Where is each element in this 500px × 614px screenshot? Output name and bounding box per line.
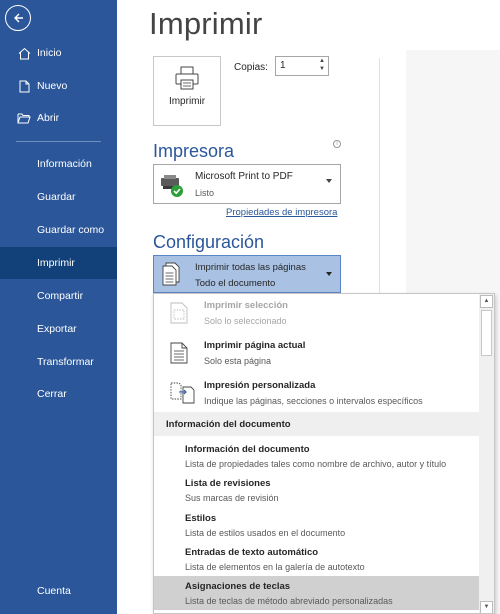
menu-item-title: Información del documento [185,444,310,455]
printer-properties-link[interactable]: Propiedades de impresora [226,207,337,218]
chevron-down-icon [326,272,332,276]
backstage-sidebar: Inicio Nuevo Abrir Información Guardar G… [0,0,117,614]
folder-open-icon [17,111,31,125]
sidebar-divider [16,141,101,142]
copies-stepper[interactable]: 1 ▲ ▼ [275,56,329,76]
print-range-title: Imprimir todas las páginas [195,262,306,273]
sidebar-item-label: Abrir [37,112,60,124]
sidebar-item-exportar[interactable]: Exportar [0,313,117,345]
page-title: Imprimir [149,6,263,41]
back-button[interactable] [5,5,31,31]
sidebar-item-transformar[interactable]: Transformar [0,346,117,378]
menu-subitem-styles[interactable]: Estilos Lista de estilos usados en el do… [154,508,480,542]
home-icon [17,46,31,60]
sidebar-item-imprimir[interactable]: Imprimir [0,247,117,279]
chevron-down-icon [326,179,332,183]
sidebar-item-label: Guardar [37,191,76,203]
menu-subitem-revisions[interactable]: Lista de revisiones Sus marcas de revisi… [154,473,480,507]
print-range-dropdown[interactable]: Imprimir todas las páginas Todo el docum… [153,255,341,293]
sidebar-item-label: Transformar [37,356,94,368]
sidebar-item-label: Exportar [37,323,77,335]
printer-status-icon [159,172,185,203]
section-header-label: Información del documento [166,419,291,430]
menu-item-subtitle: Lista de estilos usados en el documento [185,528,346,538]
menu-subitem-key-assignments[interactable]: Asignaciones de teclas Lista de teclas d… [154,576,480,610]
current-page-icon [170,342,188,369]
selection-icon [170,302,188,329]
stepper-arrows[interactable]: ▲ ▼ [318,57,326,73]
menu-item-print-selection: Imprimir selección Solo lo seleccionado [154,294,480,332]
sidebar-item-guardar-como[interactable]: Guardar como [0,214,117,246]
menu-item-subtitle: Solo esta página [204,356,272,366]
menu-item-subtitle: Indique las páginas, secciones o interva… [204,396,423,406]
menu-item-title: Lista de revisiones [185,478,271,489]
sidebar-item-guardar[interactable]: Guardar [0,181,117,213]
menu-item-title: Asignaciones de teclas [185,581,291,592]
menu-item-title: Imprimir selección [204,300,288,311]
printer-heading: Impresora [153,141,235,161]
sidebar-item-nuevo[interactable]: Nuevo [0,70,117,102]
chevron-down-icon[interactable]: ▼ [319,66,325,72]
sidebar-item-cerrar[interactable]: Cerrar [0,378,117,410]
sidebar-item-label: Imprimir [37,257,75,269]
sidebar-item-compartir[interactable]: Compartir [0,280,117,312]
new-document-icon [17,79,31,93]
info-icon[interactable]: i [333,140,341,148]
sidebar-item-cuenta[interactable]: Cuenta [0,575,117,607]
chevron-up-icon[interactable]: ▲ [319,58,325,64]
printer-dropdown[interactable]: Microsoft Print to PDF Listo [153,164,341,204]
copies-label: Copias: [234,62,268,73]
back-arrow-icon [14,13,23,23]
menu-scrollbar[interactable]: ▲ ▼ [479,294,494,613]
print-button-label: Imprimir [168,96,206,107]
menu-item-subtitle: Solo lo seleccionado [204,316,287,326]
sidebar-item-label: Cerrar [37,388,67,400]
settings-heading: Configuración [153,232,265,252]
menu-section-header: Información del documento [154,412,480,436]
sidebar-item-label: Inicio [37,47,62,59]
printer-status: Listo [195,188,215,198]
menu-subitem-document-info[interactable]: Información del documento Lista de propi… [154,439,480,473]
menu-item-title: Impresión personalizada [204,380,316,391]
menu-item-subtitle: Sus marcas de revisión [185,493,279,503]
sidebar-item-informacion[interactable]: Información [0,148,117,180]
menu-item-title: Imprimir página actual [204,340,306,351]
sidebar-item-label: Información [37,158,92,170]
scroll-up-icon[interactable]: ▲ [480,295,493,308]
sidebar-item-label: Guardar como [37,224,105,236]
menu-item-subtitle: Lista de propiedades tales como nombre d… [185,459,447,469]
printer-name: Microsoft Print to PDF [195,171,293,182]
print-button[interactable]: Imprimir [153,56,221,126]
sidebar-item-abrir[interactable]: Abrir [0,102,117,134]
scrollbar-thumb[interactable] [481,310,492,356]
sidebar-item-inicio[interactable]: Inicio [0,37,117,69]
copies-value: 1 [280,60,286,71]
print-range-menu: Imprimir selección Solo lo seleccionado … [153,293,495,614]
menu-item-subtitle: Lista de elementos en la galería de auto… [185,562,365,572]
sidebar-item-label: Cuenta [37,585,71,597]
print-range-subtitle: Todo el documento [195,278,276,289]
scroll-down-icon[interactable]: ▼ [480,601,493,613]
menu-item-title: Entradas de texto automático [185,547,319,558]
custom-pages-icon [170,382,196,409]
menu-subitem-autotext[interactable]: Entradas de texto automático Lista de el… [154,542,480,576]
menu-item-print-current-page[interactable]: Imprimir página actual Solo esta página [154,334,480,372]
sidebar-item-label: Nuevo [37,80,68,92]
menu-item-title: Estilos [185,513,217,524]
menu-item-subtitle: Lista de teclas de método abreviado pers… [185,596,393,606]
pages-icon [161,262,181,291]
sidebar-item-label: Compartir [37,290,84,302]
menu-item-custom-print[interactable]: Impresión personalizada Indique las pági… [154,374,480,412]
printer-icon [175,66,199,90]
